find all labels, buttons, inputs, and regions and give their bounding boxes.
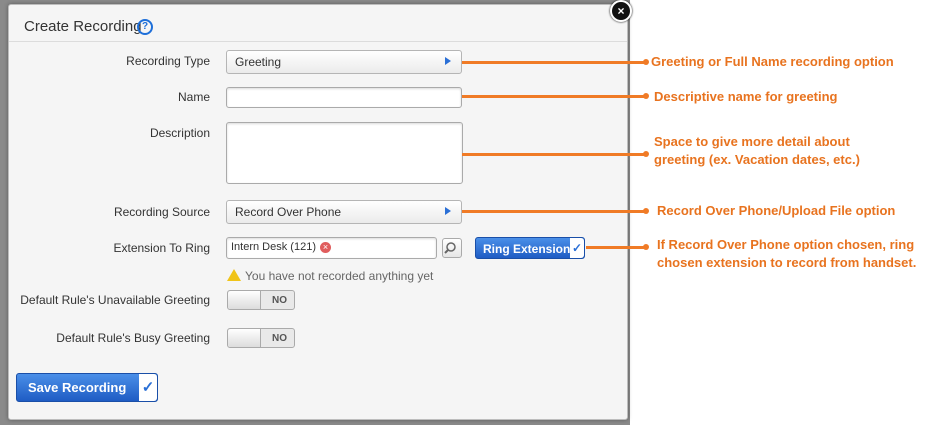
description-textarea[interactable] [226,122,463,184]
search-button[interactable] [442,238,462,258]
question-circle-icon[interactable]: ? [137,19,153,35]
annotation-dot [643,151,649,157]
recording-source-select[interactable]: Record Over Phone [226,200,462,224]
checkmark-icon: ✓ [570,238,584,258]
annotation-dot [643,93,649,99]
annotation-dot [643,59,649,65]
busy-greeting-label: Default Rule's Busy Greeting [56,331,210,345]
name-label: Name [177,90,210,104]
annotation-dot [643,208,649,214]
annotation-line [462,210,646,213]
save-recording-button[interactable]: Save Recording ✓ [16,373,158,402]
extension-chip-label: Intern Desk (121) [231,241,316,253]
recording-source-value: Record Over Phone [235,205,342,219]
ring-extension-label: Ring Extension [483,242,571,256]
recording-type-select[interactable]: Greeting [226,50,462,74]
remove-chip-icon[interactable]: × [319,241,331,253]
extension-chip: Intern Desk (121) × [231,241,331,253]
annotation-line [462,61,646,64]
toggle-state: NO [272,333,287,344]
busy-greeting-toggle[interactable]: NO [227,328,295,348]
checkmark-icon: ✓ [139,374,157,401]
toggle-state: NO [272,295,287,306]
unavailable-greeting-label: Default Rule's Unavailable Greeting [20,293,210,307]
close-icon[interactable]: × [610,0,632,22]
warning-text: You have not recorded anything yet [245,269,434,283]
toggle-knob [228,329,261,347]
chevron-right-icon [445,57,451,65]
warning-message: You have not recorded anything yet [227,269,433,283]
annotation-description: Space to give more detail about greeting… [654,134,860,167]
description-label: Description [149,126,210,140]
warning-icon [227,269,241,281]
annotation-dot [643,244,649,250]
extension-input[interactable]: Intern Desk (121) × [226,237,437,259]
annotation-line [462,95,646,98]
annotation-recording-source: Record Over Phone/Upload File option [657,203,896,218]
dialog-title: Create Recording [24,18,142,35]
search-icon [444,242,456,254]
recording-type-label: Recording Type [126,54,210,68]
dialog-header: Create Recording ? [9,5,627,42]
name-input[interactable] [226,87,462,108]
annotation-recording-type: Greeting or Full Name recording option [651,54,894,69]
unavailable-greeting-toggle[interactable]: NO [227,290,295,310]
ring-extension-button[interactable]: Ring Extension ✓ [475,237,585,259]
annotation-extension: If Record Over Phone option chosen, ring… [657,237,917,270]
recording-source-label: Recording Source [113,205,210,219]
recording-type-value: Greeting [235,55,282,69]
annotation-line [586,246,646,249]
annotation-line [462,153,646,156]
chevron-right-icon [445,207,451,215]
toggle-knob [228,291,261,309]
extension-to-ring-label: Extension To Ring [113,241,210,255]
save-recording-label: Save Recording [28,380,127,395]
annotation-name: Descriptive name for greeting [654,89,838,104]
